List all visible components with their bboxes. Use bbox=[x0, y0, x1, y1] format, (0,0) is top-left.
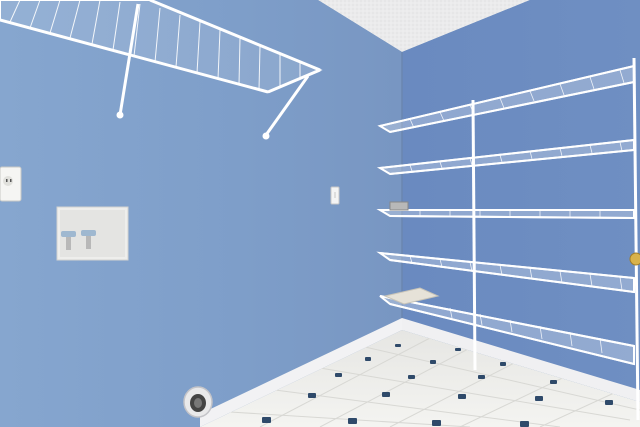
laundry-room-photo bbox=[0, 0, 640, 427]
electrical-outlet-icon bbox=[0, 166, 22, 202]
washer-valve-box bbox=[56, 206, 129, 261]
room-illustration bbox=[0, 0, 640, 427]
light-switch-icon bbox=[330, 186, 340, 205]
door-knob-icon bbox=[629, 252, 640, 266]
floor-drain-icon bbox=[183, 386, 213, 418]
